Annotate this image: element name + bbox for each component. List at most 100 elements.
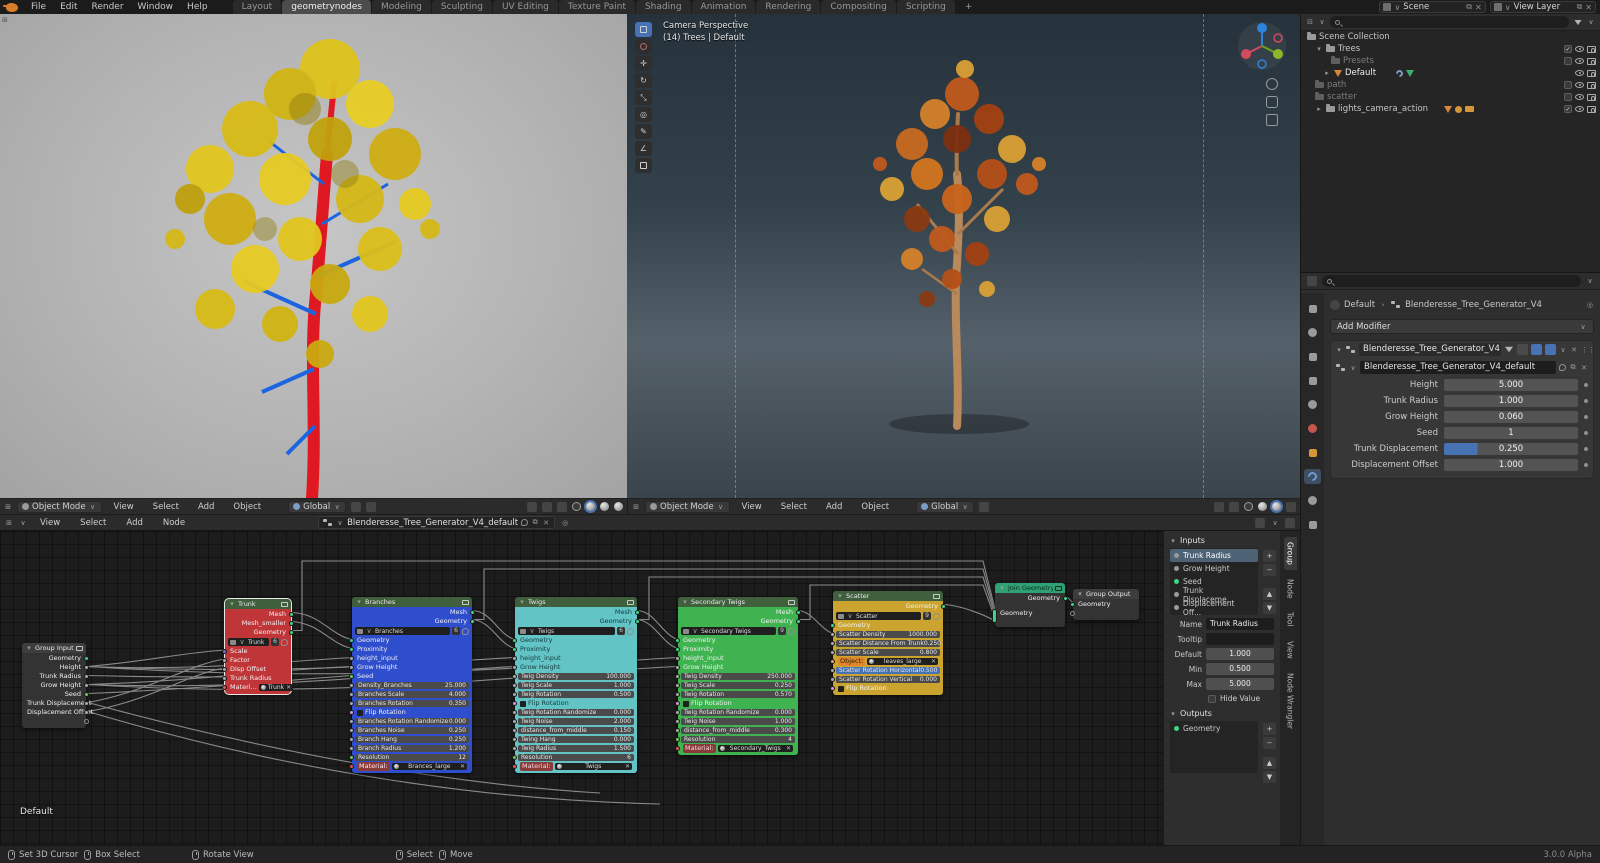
hide-value-checkbox[interactable] xyxy=(1208,695,1216,703)
menu-node[interactable]: Node xyxy=(156,516,192,530)
value-field[interactable]: Branches Noise0.250 xyxy=(355,727,469,734)
camera-toggle-icon[interactable] xyxy=(1587,106,1596,113)
node-secondary-twigs[interactable]: ▾Secondary Twigs Mesh Geometry ∨Secondar… xyxy=(678,597,798,755)
add-output-button[interactable]: + xyxy=(1263,723,1276,735)
render-toggle-icon[interactable] xyxy=(1545,344,1556,355)
value-field[interactable]: Twig Rotation0.500 xyxy=(518,691,634,698)
tab-sculpting[interactable]: Sculpting xyxy=(432,0,493,14)
fake-user-icon[interactable] xyxy=(281,639,288,646)
camera-toggle-icon[interactable] xyxy=(1587,94,1596,101)
eye-icon[interactable] xyxy=(1575,82,1584,88)
drag-handle-icon[interactable]: ⋮⋮ xyxy=(1581,346,1589,354)
node-group-selector[interactable]: ∨Trunk6 xyxy=(225,637,291,647)
tab-texture-paint[interactable]: Texture Paint xyxy=(559,0,636,14)
modifiers-tab-icon[interactable] xyxy=(1304,469,1321,484)
shading-rendered-icon[interactable] xyxy=(614,502,623,511)
transform-orientation-selector[interactable]: Global ∨ xyxy=(288,501,346,513)
add-modifier-button[interactable]: Add Modifier ∨ xyxy=(1330,319,1594,334)
overlays-icon[interactable] xyxy=(1285,518,1295,528)
transform-orientation-selector[interactable]: Global ∨ xyxy=(916,501,974,513)
close-icon[interactable]: ✕ xyxy=(786,744,791,753)
chevron-down-icon[interactable]: ∨ xyxy=(1349,364,1357,372)
tab-scripting[interactable]: Scripting xyxy=(897,0,956,14)
animate-dot-icon[interactable] xyxy=(1584,463,1588,467)
editor-type-icon[interactable]: ⊞ xyxy=(632,503,640,511)
node-group-name-field[interactable]: Blenderesse_Tree_Generator_V4_default xyxy=(1360,361,1556,374)
outliner-search-input[interactable] xyxy=(1330,16,1569,28)
fake-user-icon[interactable] xyxy=(1559,364,1566,371)
menu-add[interactable]: Add xyxy=(119,516,149,530)
value-field[interactable]: Twig Rotation0.570 xyxy=(681,691,795,698)
new-view-layer-button[interactable]: ⧉ xyxy=(1577,2,1583,12)
on-cage-toggle-icon[interactable] xyxy=(1517,344,1528,355)
value-field[interactable]: Resolution4 xyxy=(681,736,795,743)
value-field[interactable]: Branches Scale4.000 xyxy=(355,691,469,698)
close-icon[interactable]: ✕ xyxy=(460,762,465,771)
outliner-row-path[interactable]: path xyxy=(1301,79,1600,91)
pin-icon[interactable]: ◎ xyxy=(1586,301,1594,309)
expand-icon[interactable]: ▸ xyxy=(1323,69,1331,77)
outliner-row-default[interactable]: ▸ Default xyxy=(1301,67,1600,79)
collapse-icon[interactable]: ▾ xyxy=(228,600,236,608)
tab-uv-editing[interactable]: UV Editing xyxy=(493,0,559,14)
chevron-down-icon[interactable]: ∨ xyxy=(1586,277,1594,285)
node-group-selector[interactable]: ∨Secondary Twigs9 xyxy=(678,626,798,636)
checkbox-checked-icon[interactable]: ✓ xyxy=(1564,45,1572,53)
close-icon[interactable]: ✕ xyxy=(931,657,936,666)
remove-output-button[interactable]: − xyxy=(1263,737,1276,749)
value-field[interactable]: Twig Noise1.000 xyxy=(681,718,795,725)
displacement-offset-field[interactable]: 1.000 xyxy=(1444,459,1578,471)
checkbox-unchecked-icon[interactable] xyxy=(357,710,363,716)
scene-tab-icon[interactable] xyxy=(1304,397,1321,412)
value-field[interactable]: Twig Noise2.000 xyxy=(518,718,634,725)
modifier-name-field[interactable]: Blenderesse_Tree_Generator_V4 xyxy=(1359,343,1501,356)
move-up-button[interactable]: ▲ xyxy=(1263,757,1276,769)
tab-view[interactable]: View xyxy=(1284,636,1297,664)
mode-selector[interactable]: Object Mode ∨ xyxy=(17,501,102,513)
expand-icon[interactable]: ▸ xyxy=(1315,105,1323,113)
mode-selector[interactable]: Object Mode ∨ xyxy=(645,501,730,513)
camera-toggle-icon[interactable] xyxy=(1587,46,1596,53)
node-scatter[interactable]: ▾Scatter Geometry ∨Scatter9 Geometry Sca… xyxy=(833,591,943,695)
menu-file[interactable]: File xyxy=(24,0,53,14)
eye-icon[interactable] xyxy=(1575,58,1584,64)
value-field[interactable]: Branches Rotation Randomize0.000 xyxy=(355,718,469,725)
value-field[interactable]: Twig Scale0.250 xyxy=(681,682,795,689)
menu-select[interactable]: Select xyxy=(774,500,814,514)
checkbox-checked-icon[interactable]: ✓ xyxy=(1564,105,1572,113)
checkbox-unchecked-icon[interactable] xyxy=(1564,93,1572,101)
value-field[interactable]: distance_from_middle0.300 xyxy=(681,727,795,734)
close-icon[interactable]: ✕ xyxy=(625,762,630,771)
name-field[interactable]: Trunk Radius xyxy=(1206,618,1274,630)
chevron-down-icon[interactable]: ∨ xyxy=(1271,519,1279,527)
node-trunk[interactable]: ▾Trunk Mesh Mesh_smaller Geometry ∨Trunk… xyxy=(225,599,291,694)
visibility-icon[interactable] xyxy=(527,502,537,512)
tool-tab-icon[interactable] xyxy=(1304,301,1321,316)
animate-dot-icon[interactable] xyxy=(1584,399,1588,403)
move-tool[interactable]: ✛ xyxy=(635,56,652,71)
checkbox-unchecked-icon[interactable] xyxy=(838,686,844,692)
checkbox-unchecked-icon[interactable] xyxy=(1564,57,1572,65)
tab-layout[interactable]: Layout xyxy=(233,0,283,14)
breadcrumb-modifier[interactable]: Blenderesse_Tree_Generator_V4 xyxy=(1405,300,1542,310)
pan-hand-icon[interactable] xyxy=(1266,96,1278,108)
outliner-row-scene-collection[interactable]: Scene Collection xyxy=(1301,31,1600,43)
tab-node-wrangler[interactable]: Node Wrangler xyxy=(1284,668,1297,734)
seed-field[interactable]: 1 xyxy=(1444,427,1578,439)
menu-select[interactable]: Select xyxy=(146,500,186,514)
shading-material-icon[interactable] xyxy=(600,502,609,511)
shading-dropdown-icon[interactable] xyxy=(1286,502,1296,512)
visibility-icon[interactable] xyxy=(1214,502,1224,512)
trunk-radius-field[interactable]: 1.000 xyxy=(1444,395,1578,407)
chevron-down-icon[interactable]: ∨ xyxy=(19,519,27,527)
chevron-down-icon[interactable]: ∨ xyxy=(1318,18,1326,26)
eye-icon[interactable] xyxy=(1575,94,1584,100)
object-tab-icon[interactable] xyxy=(1304,445,1321,460)
add-workspace-button[interactable]: + xyxy=(956,0,983,14)
shading-solid-icon[interactable] xyxy=(1258,502,1267,511)
menu-help[interactable]: Help xyxy=(180,0,215,14)
camera-toggle-icon[interactable] xyxy=(1587,58,1596,65)
menu-add[interactable]: Add xyxy=(191,500,221,514)
eye-icon[interactable] xyxy=(1575,46,1584,52)
input-item-displacement-offset[interactable]: Displacement Off... xyxy=(1170,601,1258,614)
